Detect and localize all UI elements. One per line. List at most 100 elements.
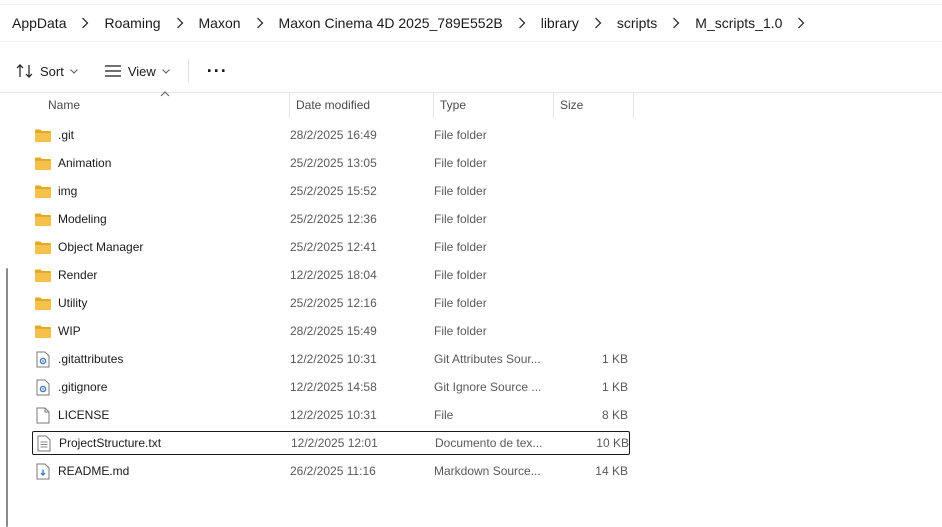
file-name-cell: WIP <box>32 322 290 340</box>
column-header-date[interactable]: Date modified <box>290 92 434 118</box>
file-type: File <box>434 408 454 422</box>
file-row[interactable]: .gitattributes 12/2/2025 10:31 Git Attribu… <box>32 347 630 371</box>
file-type: File folder <box>434 184 487 198</box>
file-name: WIP <box>58 324 81 338</box>
file-type: File folder <box>434 296 487 310</box>
breadcrumb: AppData Roaming Maxon Maxon Cinema 4D 2025_… <box>0 4 942 42</box>
chevron-down-icon <box>161 67 170 75</box>
file-name-cell: .git <box>32 126 290 144</box>
file-list: Name Date modified Type Size .git 28/2/20… <box>0 91 942 527</box>
file-size: 1 KB <box>601 352 628 366</box>
column-header-type[interactable]: Type <box>434 92 554 118</box>
sort-label: Sort <box>40 63 64 79</box>
file-date: 25/2/2025 15:52 <box>290 184 377 198</box>
file-date: 12/2/2025 10:31 <box>290 352 377 366</box>
file-name: LICENSE <box>58 408 110 422</box>
toolbar-divider <box>187 59 189 83</box>
file-row[interactable]: .git 28/2/2025 16:49 File folder <box>32 123 630 147</box>
file-date: 25/2/2025 12:36 <box>290 212 377 226</box>
file-date: 25/2/2025 12:41 <box>290 240 377 254</box>
file-row[interactable]: .gitignore 12/2/2025 14:58 Git Ignore Sour… <box>32 375 630 399</box>
file-type: File folder <box>434 240 487 254</box>
file-type: Documento de tex... <box>435 436 543 450</box>
folder-icon <box>34 266 52 284</box>
file-date: 12/2/2025 18:04 <box>290 268 377 282</box>
file-date: 28/2/2025 16:49 <box>290 128 377 142</box>
sort-icon <box>16 62 34 80</box>
file-name: README.md <box>58 464 130 478</box>
breadcrumb-item[interactable]: M_scripts_1.0 <box>683 15 794 31</box>
file-name-cell: img <box>32 182 290 200</box>
sort-button[interactable]: Sort <box>8 56 86 86</box>
file-name: ProjectStructure.txt <box>59 436 162 450</box>
folder-icon <box>34 238 52 256</box>
more-options-button[interactable]: ··· <box>199 56 236 86</box>
file-row[interactable]: LICENSE 12/2/2025 10:31 File 8 KB <box>32 403 630 427</box>
file-row[interactable]: Object Manager 25/2/2025 12:41 File folder <box>32 235 630 259</box>
file-type: File folder <box>434 128 487 142</box>
file-date: 26/2/2025 11:16 <box>290 464 376 478</box>
file-name-cell: Render <box>32 266 290 284</box>
file-type: Git Attributes Sour... <box>434 352 541 366</box>
file-name: Render <box>58 268 98 282</box>
scrollbar[interactable] <box>6 268 8 527</box>
file-name: Object Manager <box>58 240 144 254</box>
breadcrumb-item[interactable]: library <box>529 15 591 31</box>
column-header-size[interactable]: Size <box>554 92 634 118</box>
file-type: File folder <box>434 324 487 338</box>
file-date: 25/2/2025 12:16 <box>290 296 377 310</box>
more-icon: ··· <box>206 60 228 81</box>
chevron-right-icon[interactable] <box>253 17 267 29</box>
chevron-right-icon[interactable] <box>669 17 683 29</box>
file-type: File folder <box>434 156 487 170</box>
folder-icon <box>34 294 52 312</box>
file-row[interactable]: Render 12/2/2025 18:04 File folder <box>32 263 630 287</box>
markdown-file-icon <box>34 462 52 480</box>
chevron-right-icon[interactable] <box>591 17 605 29</box>
file-date: 12/2/2025 12:01 <box>291 436 378 450</box>
file-name: img <box>58 184 78 198</box>
command-bar: Sort View ··· <box>0 50 942 93</box>
breadcrumb-item[interactable]: Roaming <box>92 15 172 31</box>
file-size: 8 KB <box>601 408 628 422</box>
file-icon <box>34 406 52 424</box>
column-header-size-label: Size <box>560 98 584 112</box>
file-name: Utility <box>58 296 88 310</box>
folder-icon <box>34 322 52 340</box>
chevron-right-icon[interactable] <box>78 17 92 29</box>
breadcrumb-item[interactable]: Maxon <box>187 15 253 31</box>
file-date: 25/2/2025 13:05 <box>290 156 377 170</box>
file-date: 28/2/2025 15:49 <box>290 324 377 338</box>
file-date: 12/2/2025 10:31 <box>290 408 377 422</box>
breadcrumb-item[interactable]: AppData <box>0 15 78 31</box>
folder-icon <box>34 154 52 172</box>
chevron-right-icon[interactable] <box>173 17 187 29</box>
file-name-cell: README.md <box>32 462 290 480</box>
view-button[interactable]: View <box>96 56 178 86</box>
chevron-right-icon[interactable] <box>794 17 808 29</box>
file-row[interactable]: Modeling 25/2/2025 12:36 File folder <box>32 207 630 231</box>
breadcrumb-item[interactable]: Maxon Cinema 4D 2025_789E552B <box>267 15 515 31</box>
file-type: Markdown Source... <box>434 464 541 478</box>
file-size: 1 KB <box>601 380 628 394</box>
file-name-cell: Object Manager <box>32 238 290 256</box>
breadcrumb-item[interactable]: scripts <box>605 15 669 31</box>
file-name-cell: Utility <box>32 294 290 312</box>
file-size: 10 KB <box>596 436 629 450</box>
file-row[interactable]: ProjectStructure.txt 12/2/2025 12:01 Docum… <box>32 431 630 455</box>
file-row[interactable]: Animation 25/2/2025 13:05 File folder <box>32 151 630 175</box>
chevron-right-icon[interactable] <box>515 17 529 29</box>
column-header-name-label: Name <box>48 98 81 112</box>
column-header-date-label: Date modified <box>296 98 371 112</box>
text-file-icon <box>35 434 53 452</box>
column-header-type-label: Type <box>440 98 467 112</box>
file-name-cell: LICENSE <box>32 406 290 424</box>
file-row[interactable]: Utility 25/2/2025 12:16 File folder <box>32 291 630 315</box>
file-row[interactable]: img 25/2/2025 15:52 File folder <box>32 179 630 203</box>
column-header-name[interactable]: Name <box>16 91 290 118</box>
file-type: File folder <box>434 212 487 226</box>
file-name: .git <box>58 128 75 142</box>
file-row[interactable]: README.md 26/2/2025 11:16 Markdown Source.… <box>32 459 630 483</box>
file-type: File folder <box>434 268 487 282</box>
file-row[interactable]: WIP 28/2/2025 15:49 File folder <box>32 319 630 343</box>
